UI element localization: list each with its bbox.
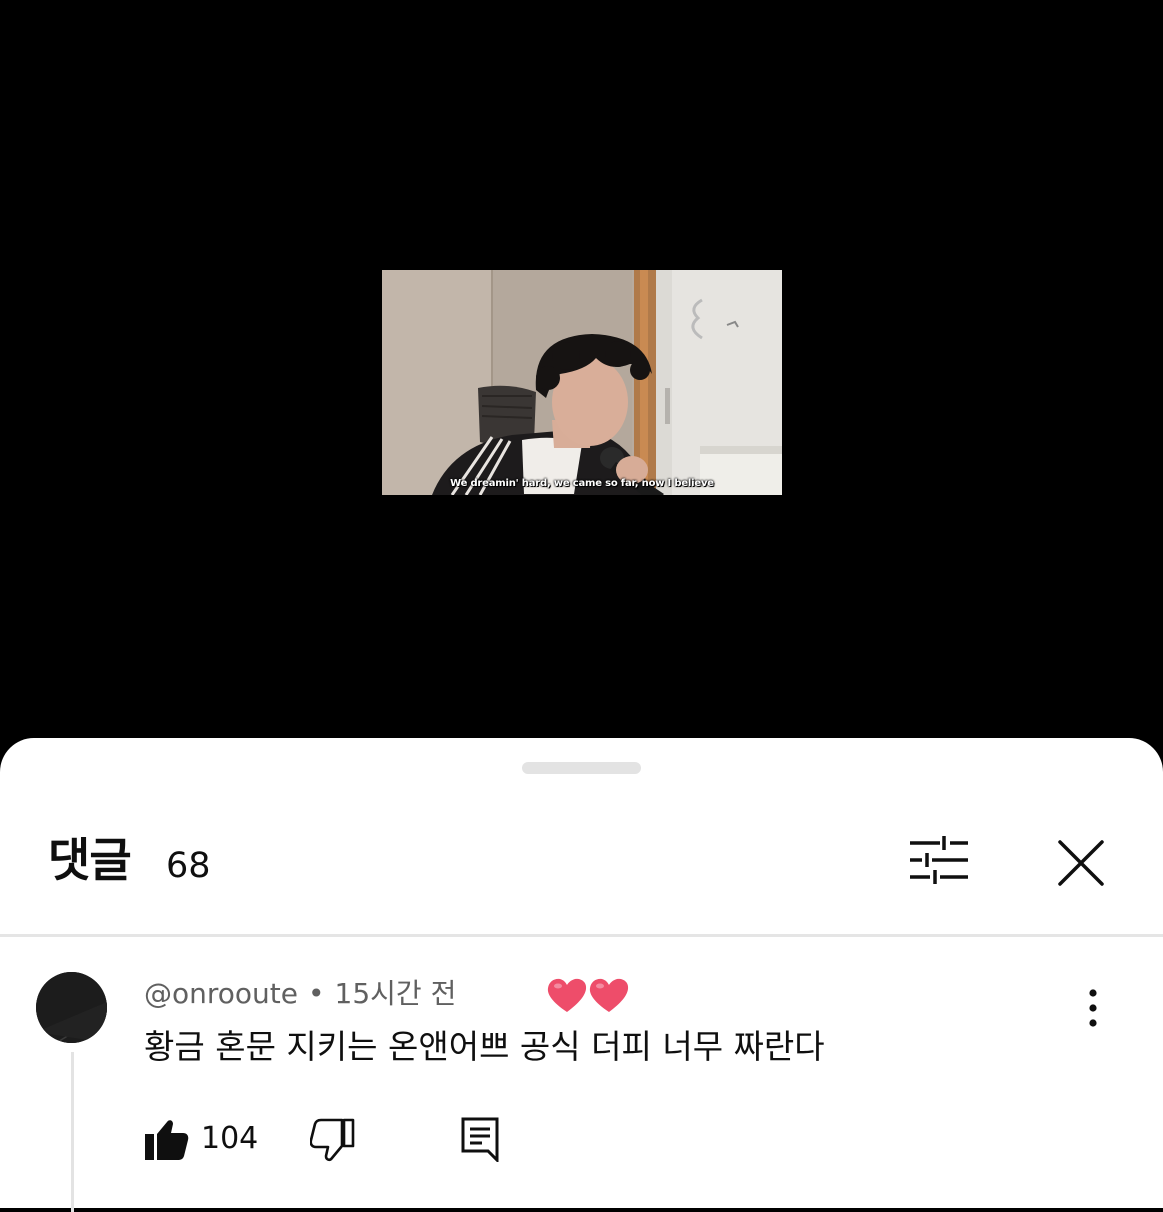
thumbs-down-icon [309, 1118, 355, 1162]
video-frame[interactable]: We dreamin' hard, we came so far, now I … [382, 270, 782, 495]
thumbs-up-icon [145, 1120, 189, 1160]
comment-time: 15시간 전 [334, 977, 457, 1010]
more-vert-icon [1089, 989, 1097, 1027]
video-subtitle: We dreamin' hard, we came so far, now I … [450, 478, 714, 489]
avatar[interactable] [36, 972, 107, 1043]
more-options-button[interactable] [1075, 986, 1111, 1030]
dislike-button[interactable] [309, 1118, 356, 1162]
close-button[interactable] [1052, 834, 1110, 892]
comments-sheet: 댓글 68 @onrooute • 15시간 전 황금 혼문 지키는 온앤어쁘 … [0, 738, 1163, 1212]
comment-reply-icon [461, 1117, 499, 1164]
comments-count: 68 [166, 846, 211, 886]
comment-text: 황금 혼문 지키는 온앤어쁘 공식 더피 너무 짜란다 [144, 1027, 825, 1066]
meta-separator: • [308, 977, 325, 1010]
close-icon [1058, 840, 1104, 886]
reply-button[interactable] [460, 1116, 502, 1164]
sort-filter-icon [910, 836, 968, 884]
like-button[interactable] [143, 1118, 189, 1162]
drag-handle[interactable] [522, 762, 641, 774]
video-player[interactable]: We dreamin' hard, we came so far, now I … [0, 0, 1163, 760]
video-thumbnail [382, 270, 782, 495]
comment-author[interactable]: @onrooute [144, 977, 298, 1010]
avatar-image [36, 972, 107, 1043]
like-count: 104 [201, 1121, 259, 1156]
thread-line [71, 1052, 74, 1212]
sort-filter-button[interactable] [904, 832, 974, 892]
comments-title: 댓글 [48, 833, 132, 887]
header-divider [0, 934, 1163, 937]
hearts-icon [546, 976, 632, 1014]
comment-meta: @onrooute • 15시간 전 [144, 976, 456, 1012]
